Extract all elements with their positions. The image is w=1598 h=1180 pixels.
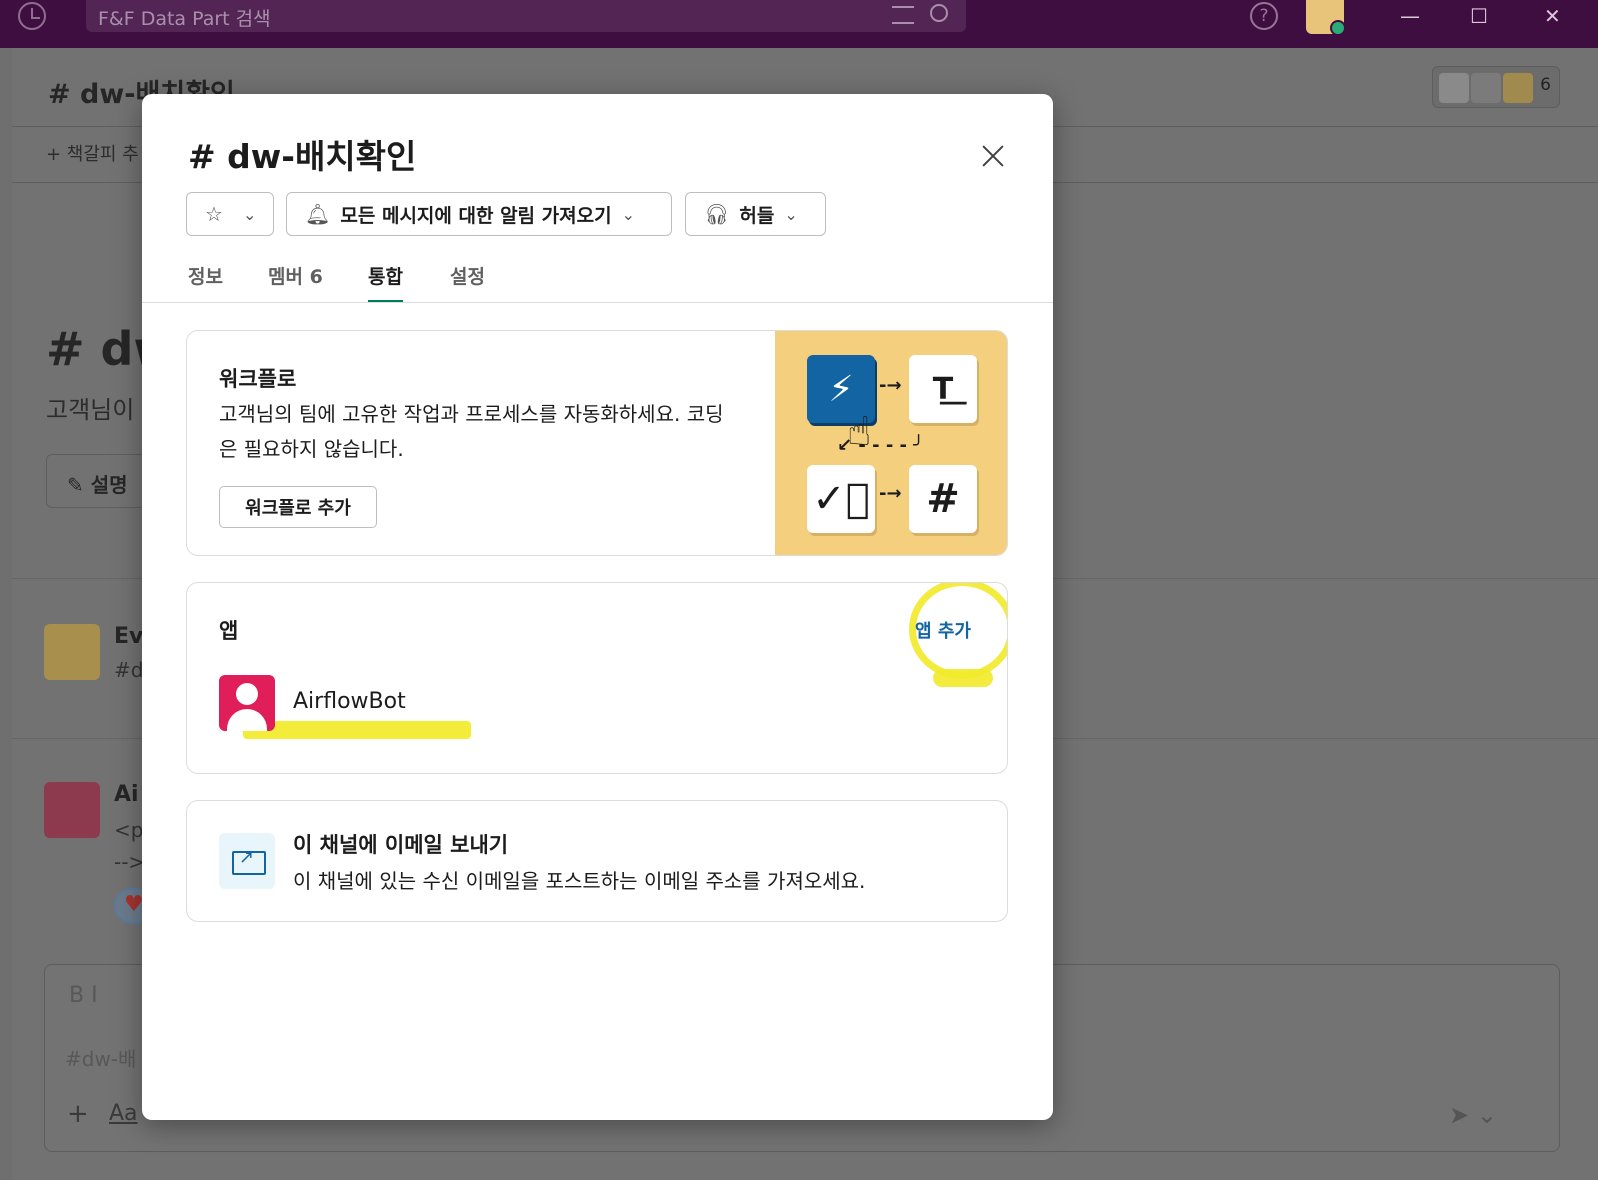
notification-settings-button[interactable]: 🔔︎ 모든 메시지에 대한 알림 가져오기 ⌄	[286, 192, 672, 236]
member-avatar	[1503, 73, 1533, 103]
avatar[interactable]	[44, 782, 100, 838]
modal-title: # dw-배치확인	[188, 137, 417, 176]
tab-divider	[142, 302, 1053, 303]
message-text: #d	[114, 658, 144, 682]
minimize-button[interactable]: —	[1400, 4, 1420, 28]
apps-card: 앱 앱 추가 AirflowBot	[186, 582, 1008, 774]
bell-icon: 🔔︎	[305, 202, 331, 226]
message-text: <p	[114, 818, 144, 842]
maximize-button[interactable]: ☐	[1470, 4, 1488, 28]
tab-settings[interactable]: 설정	[450, 262, 485, 289]
workflow-illustration: ⚡︎ ‐→ T͟ ☝︎ ↙ - - - - ╯ ✓⃝ ‐→ #	[775, 331, 1007, 555]
history-icon[interactable]	[18, 2, 46, 30]
attach-plus-icon[interactable]: +	[67, 1099, 89, 1129]
composer-placeholder[interactable]: #dw-배	[65, 1043, 136, 1072]
search-placeholder: F&F Data Part 검색	[98, 8, 271, 30]
avatar[interactable]	[44, 624, 100, 680]
bot-avatar[interactable]	[219, 675, 275, 731]
add-workflow-button[interactable]: 워크플로 추가	[219, 486, 377, 528]
help-icon[interactable]: ?	[1250, 2, 1278, 30]
app-name[interactable]: AirflowBot	[293, 689, 406, 714]
add-bookmark-button[interactable]: + 책갈피 추	[46, 140, 139, 166]
arrow-icon: ↙ - - - - ╯	[837, 435, 925, 456]
email-heading: 이 채널에 이메일 보내기	[293, 833, 509, 857]
text-field-icon: T͟	[909, 355, 977, 423]
tab-members[interactable]: 멤버 6	[268, 262, 323, 289]
highlighter-underline-annotation	[243, 721, 471, 739]
message-author[interactable]: Ev	[114, 624, 143, 649]
send-icon[interactable]: ➤ ⌄	[1449, 1101, 1497, 1129]
hash-icon: #	[909, 465, 977, 533]
email-forward-icon	[219, 833, 275, 889]
notification-label: 모든 메시지에 대한 알림 가져오기	[340, 204, 612, 227]
email-card[interactable]: 이 채널에 이메일 보내기 이 채널에 있는 수신 이메일을 포스트하는 이메일…	[186, 800, 1008, 922]
filter-icon[interactable]	[892, 6, 914, 24]
highlighter-stroke-annotation	[933, 669, 993, 687]
headphones-icon: 🎧︎	[704, 202, 730, 226]
apps-heading: 앱	[219, 619, 239, 643]
close-icon[interactable]	[976, 138, 1012, 174]
star-icon: ☆	[205, 202, 223, 226]
chevron-down-icon: ⌄	[242, 204, 257, 224]
arrow-icon: ‐→	[879, 375, 902, 396]
workflow-card: 워크플로 고객님의 팀에 고유한 작업과 프로세스를 자동화하세요. 코딩은 필…	[186, 330, 1008, 556]
channel-details-modal: # dw-배치확인 ☆ ⌄ 🔔︎ 모든 메시지에 대한 알림 가져오기 ⌄ 🎧︎…	[142, 94, 1053, 1120]
tab-integrations[interactable]: 통합	[368, 262, 403, 303]
chevron-down-icon: ⌄	[784, 204, 798, 224]
star-button[interactable]: ☆ ⌄	[186, 192, 274, 236]
close-window-button[interactable]: ✕	[1544, 4, 1561, 28]
title-bar: F&F Data Part 검색 ? — ☐ ✕	[0, 0, 1598, 48]
user-avatar[interactable]	[1306, 0, 1346, 36]
message-text: -->	[114, 850, 146, 874]
workflow-heading: 워크플로	[219, 367, 297, 391]
formatting-toggle[interactable]: Aa	[109, 1101, 138, 1126]
huddle-label: 허들	[739, 204, 775, 227]
tab-about[interactable]: 정보	[188, 262, 223, 289]
check-circle-icon: ✓⃝	[807, 465, 875, 533]
member-avatars-button[interactable]: 6	[1432, 66, 1560, 108]
email-description: 이 채널에 있는 수신 이메일을 포스트하는 이메일 주소를 가져오세요.	[293, 869, 866, 893]
arrow-icon: ‐→	[879, 483, 902, 504]
channel-intro-subtitle: 고객님이	[46, 396, 135, 424]
chevron-down-icon: ⌄	[621, 204, 635, 224]
message-author[interactable]: Ai	[114, 782, 139, 807]
huddle-button[interactable]: 🎧︎ 허들 ⌄	[685, 192, 826, 236]
format-toolbar[interactable]: B I	[69, 983, 98, 1008]
workflow-description: 고객님의 팀에 고유한 작업과 프로세스를 자동화하세요. 코딩은 필요하지 않…	[219, 402, 724, 461]
search-icon[interactable]	[930, 4, 948, 22]
member-avatar	[1471, 73, 1501, 103]
member-count: 6	[1540, 75, 1551, 95]
workspace-search-bar[interactable]: F&F Data Part 검색	[86, 0, 966, 32]
member-avatar	[1439, 73, 1469, 103]
add-app-link[interactable]: 앱 추가	[915, 617, 971, 643]
